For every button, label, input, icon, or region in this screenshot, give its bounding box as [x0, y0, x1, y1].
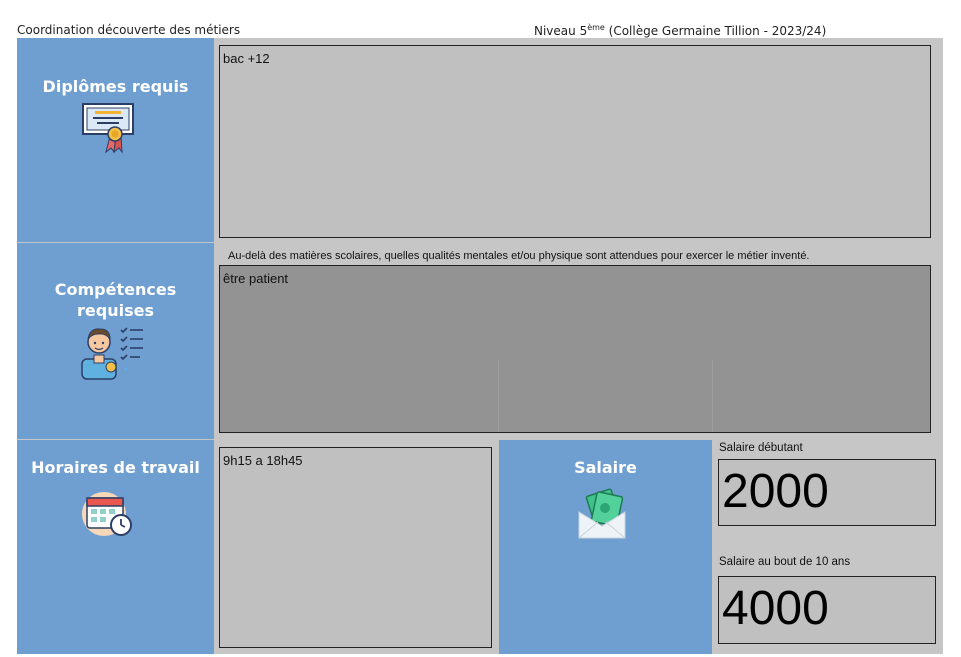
competences-title-line2: requises — [77, 301, 154, 320]
diplomes-answer: bac +12 — [223, 51, 270, 66]
faint-divider-2 — [712, 360, 713, 432]
competences-instruction: Au-delà des matières scolaires, quelles … — [228, 250, 810, 262]
salaire-debutant-value: 2000 — [722, 465, 829, 518]
faint-divider-1 — [498, 360, 499, 432]
diploma-icon — [82, 103, 134, 154]
level-school-label: Niveau 5ème (Collège Germaine Tillion - … — [534, 23, 826, 38]
salaire-dix-ans-box[interactable]: 4000 — [718, 576, 936, 644]
calendar-clock-icon — [82, 492, 132, 536]
horaires-answer-box[interactable]: 9h15 a 18h45 — [219, 447, 492, 648]
competences-answer-box[interactable]: être patient — [219, 265, 931, 433]
level-prefix: Niveau 5 — [534, 24, 588, 38]
competences-answer: être patient — [223, 271, 289, 286]
salaire-dix-ans-value: 4000 — [722, 582, 829, 635]
level-sup: ème — [587, 23, 605, 32]
diplomes-title: Diplômes requis — [42, 77, 189, 96]
skills-checklist-icon — [81, 327, 143, 380]
salaire-panel: Salaire — [499, 440, 712, 654]
document-title: Coordination découverte des métiers — [17, 23, 241, 37]
horaires-panel: Horaires de travail — [17, 440, 214, 654]
money-envelope-icon — [578, 488, 626, 539]
competences-title-line1: Compétences — [54, 280, 177, 299]
salaire-debutant-box[interactable]: 2000 — [718, 459, 936, 526]
salaire-dix-ans-label: Salaire au bout de 10 ans — [719, 556, 851, 568]
salaire-title: Salaire — [574, 458, 637, 477]
horaires-title: Horaires de travail — [31, 458, 200, 477]
salaire-debutant-label: Salaire débutant — [719, 442, 803, 454]
level-suffix: (Collège Germaine Tillion - 2023/24) — [604, 24, 827, 38]
horaires-answer: 9h15 a 18h45 — [223, 453, 303, 468]
diplomes-answer-box[interactable]: bac +12 — [219, 45, 931, 238]
